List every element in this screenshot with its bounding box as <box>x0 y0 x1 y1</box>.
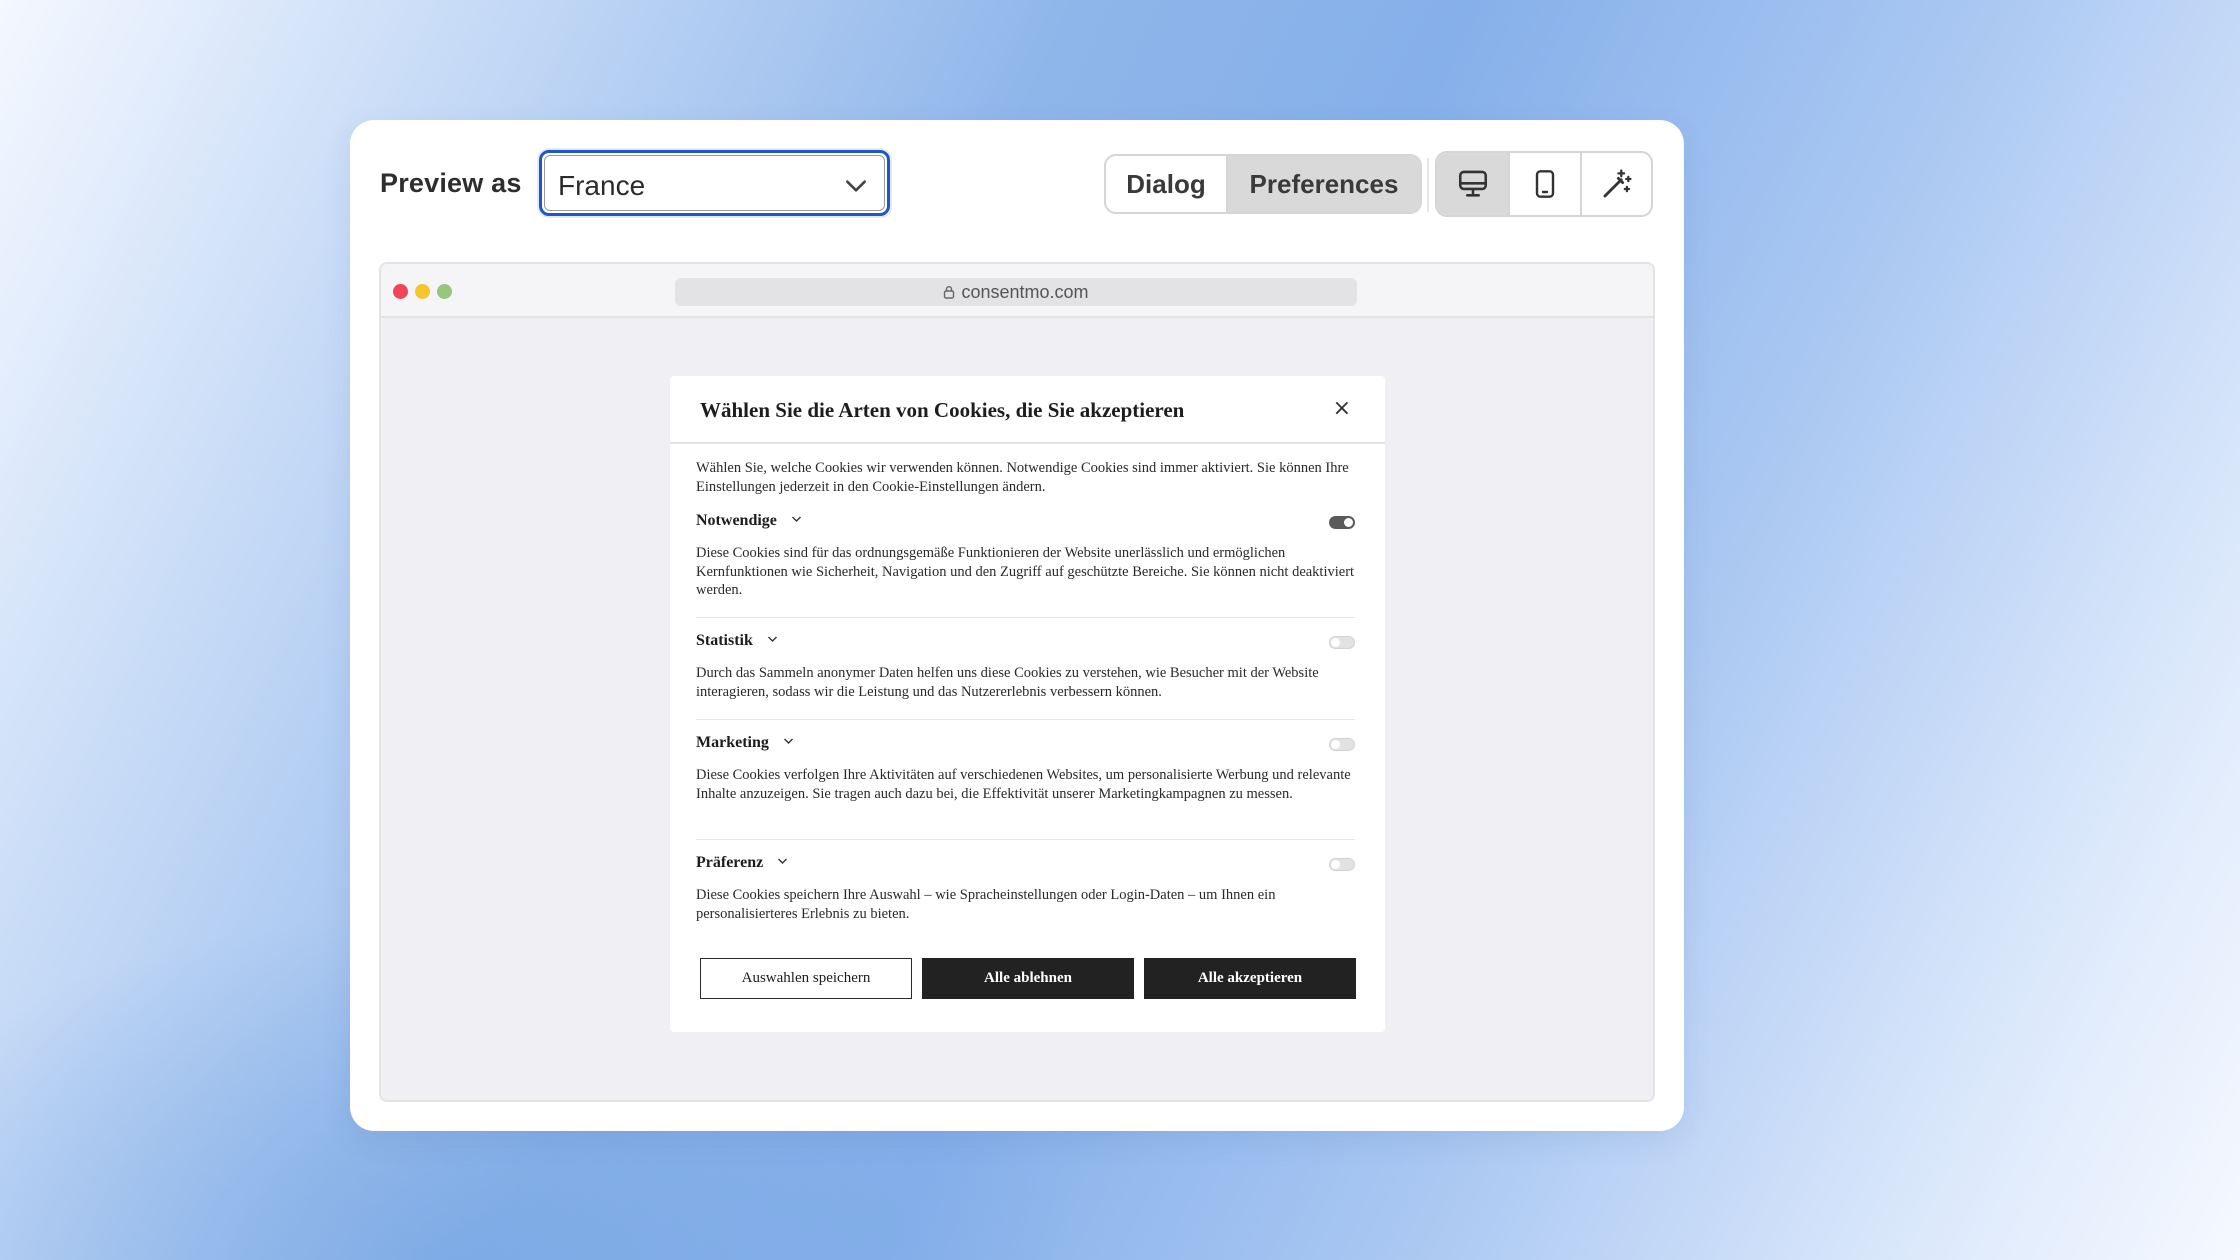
address-bar: consentmo.com <box>675 278 1357 306</box>
modal-title: Wählen Sie die Arten von Cookies, die Si… <box>700 398 1185 422</box>
category-description: Diese Cookies sind für das ordnungsgemäß… <box>696 545 1355 598</box>
category-statistik: Statistik Durch das Sammeln anonymer Dat… <box>696 632 1355 701</box>
country-select-value: France <box>558 170 646 201</box>
category-marketing: Marketing Diese Cookies verfolgen Ihre A… <box>696 734 1355 803</box>
mobile-icon <box>1535 170 1555 198</box>
category-divider <box>696 839 1355 840</box>
accept-all-button[interactable]: Alle akzeptieren <box>1144 958 1356 999</box>
desktop-icon <box>1458 170 1487 197</box>
preferences-tab[interactable]: Preferences <box>1228 156 1420 212</box>
category-toggle[interactable] <box>1329 858 1355 871</box>
chevron-down-icon <box>791 516 801 523</box>
magic-wand-icon <box>1603 169 1632 198</box>
view-mode-toggle: Dialog Preferences <box>1104 154 1422 214</box>
desktop-view-button[interactable] <box>1437 153 1510 215</box>
category-description: Durch das Sammeln anonymer Daten helfen … <box>696 665 1319 700</box>
window-maximize-dot <box>437 284 452 299</box>
reject-all-button[interactable]: Alle ablehnen <box>922 958 1134 999</box>
cookie-preferences-modal: Wählen Sie die Arten von Cookies, die Si… <box>670 376 1385 1032</box>
country-select[interactable]: France <box>539 150 890 216</box>
window-close-dot <box>393 284 408 299</box>
category-name: Präferenz <box>696 854 764 871</box>
modal-intro: Wählen Sie, welche Cookies wir verwenden… <box>696 460 1349 495</box>
save-selection-button[interactable]: Auswahlen speichern <box>700 958 912 999</box>
category-header[interactable]: Marketing <box>696 734 1355 756</box>
window-minimize-dot <box>415 284 430 299</box>
chevron-down-icon <box>846 180 866 192</box>
category-name: Notwendige <box>696 512 777 529</box>
category-header[interactable]: Präferenz <box>696 854 1355 876</box>
category-header[interactable]: Statistik <box>696 632 1355 654</box>
category-toggle[interactable] <box>1329 738 1355 751</box>
browser-toolbar: consentmo.com <box>381 264 1653 318</box>
category-description: Diese Cookies speichern Ihre Auswahl – w… <box>696 887 1276 922</box>
category-praeferenz: Präferenz Diese Cookies speichern Ihre A… <box>696 854 1355 923</box>
toolbar-divider <box>1427 158 1429 212</box>
lock-icon <box>944 286 955 299</box>
dialog-tab[interactable]: Dialog <box>1106 156 1228 212</box>
mobile-view-button[interactable] <box>1510 153 1582 215</box>
chevron-down-icon <box>778 858 788 865</box>
chevron-down-icon <box>767 636 777 643</box>
category-notwendige: Notwendige Diese Cookies sind für das or… <box>696 512 1355 600</box>
category-toggle[interactable] <box>1329 516 1355 529</box>
category-name: Statistik <box>696 632 753 649</box>
category-divider <box>696 719 1355 720</box>
category-description: Diese Cookies verfolgen Ihre Aktivitäten… <box>696 767 1351 802</box>
browser-preview: consentmo.com Wählen Sie die Arten von C… <box>379 262 1655 1102</box>
category-name: Marketing <box>696 734 769 751</box>
chevron-down-icon <box>783 738 793 745</box>
modal-header: Wählen Sie die Arten von Cookies, die Si… <box>670 376 1385 444</box>
address-url: consentmo.com <box>961 281 1089 302</box>
close-icon[interactable]: × <box>1333 396 1351 421</box>
customize-button[interactable] <box>1582 153 1651 215</box>
modal-actions: Auswahlen speichern Alle ablehnen Alle a… <box>700 958 1356 999</box>
category-header[interactable]: Notwendige <box>696 512 1355 534</box>
preview-as-label: Preview as <box>380 168 522 198</box>
device-toggle <box>1435 151 1653 217</box>
preview-card: Preview as France Dialog Preferences con… <box>350 120 1684 1131</box>
category-toggle[interactable] <box>1329 636 1355 649</box>
category-divider <box>696 617 1355 618</box>
